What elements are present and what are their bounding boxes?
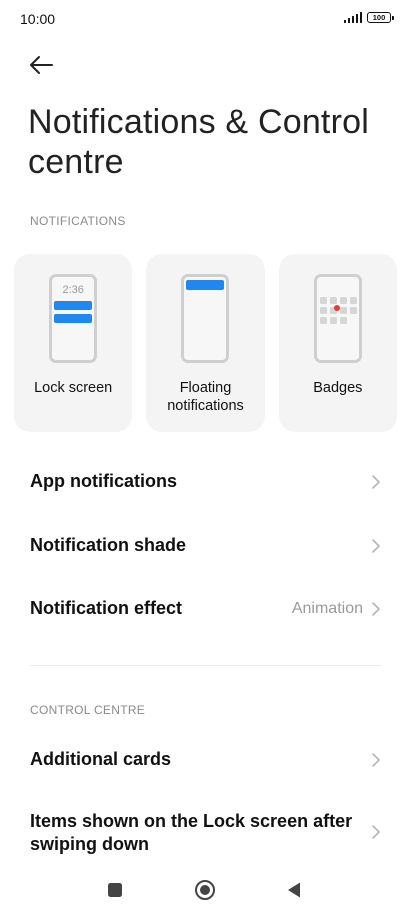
- card-label: Floating notifications: [167, 380, 244, 414]
- status-bar: 10:00 100: [0, 0, 411, 38]
- preview-time: 2:36: [62, 284, 84, 296]
- row-label: App notifications: [30, 471, 177, 491]
- row-app-notifications[interactable]: App notifications: [0, 462, 411, 502]
- row-label: Additional cards: [30, 749, 172, 769]
- battery-icon: 100: [367, 12, 394, 23]
- section-header-control-centre: CONTROL CENTRE: [30, 703, 146, 717]
- badges-preview-icon: [313, 274, 362, 363]
- section-divider: [30, 665, 381, 666]
- floating-notifications-preview-icon: [181, 274, 230, 363]
- back-triangle-icon: [288, 882, 300, 898]
- row-items-shown-lock-screen[interactable]: Items shown on the Lock screen after swi…: [0, 808, 411, 858]
- app-grid: [319, 297, 357, 324]
- card-floating-notifications[interactable]: Floating notifications: [146, 254, 265, 432]
- preview-floating-bar: [186, 280, 225, 290]
- card-badges[interactable]: Badges: [278, 254, 397, 432]
- home-button[interactable]: [193, 878, 217, 902]
- row-notification-effect[interactable]: Notification effect Animation: [0, 590, 411, 630]
- section-header-notifications: NOTIFICATIONS: [30, 214, 126, 228]
- status-time: 10:00: [20, 11, 56, 27]
- card-label: Badges: [313, 380, 363, 396]
- home-circle-icon: [195, 880, 215, 900]
- card-lock-screen[interactable]: 2:36 Lock screen: [14, 254, 133, 432]
- nav-back-button[interactable]: [282, 878, 306, 902]
- recents-button[interactable]: [103, 878, 127, 902]
- back-button[interactable]: [26, 50, 56, 80]
- system-navigation-bar: [0, 864, 411, 914]
- row-label: Notification effect: [30, 598, 183, 618]
- row-notification-shade[interactable]: Notification shade: [0, 526, 411, 566]
- signal-icon: [343, 12, 362, 23]
- status-icons: 100: [343, 12, 394, 23]
- notification-style-cards: 2:36 Lock screen Floating notifications …: [14, 254, 397, 432]
- page-title: Notifications & Control centre: [28, 103, 369, 181]
- row-additional-cards[interactable]: Additional cards: [0, 740, 411, 780]
- lock-screen-preview-icon: 2:36: [49, 274, 98, 363]
- preview-notification-bar: [54, 301, 93, 310]
- chevron-right-icon: [372, 602, 380, 616]
- chevron-right-icon: [372, 753, 380, 767]
- chevron-right-icon: [372, 825, 380, 839]
- chevron-right-icon: [372, 539, 380, 553]
- row-value: Animation: [291, 600, 363, 617]
- preview-notification-bar: [54, 314, 93, 323]
- row-label: Notification shade: [30, 535, 187, 555]
- arrow-left-icon: [30, 56, 53, 74]
- row-label: Items shown on the Lock screen after swi…: [30, 811, 353, 854]
- chevron-right-icon: [372, 475, 380, 489]
- recents-square-icon: [108, 883, 122, 897]
- badge-dot: [329, 305, 340, 314]
- card-label: Lock screen: [34, 380, 113, 396]
